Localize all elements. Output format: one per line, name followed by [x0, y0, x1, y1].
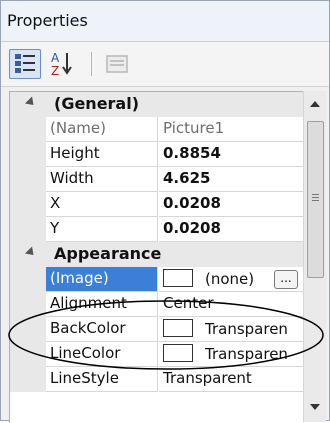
- toolbar-separator: [91, 52, 92, 76]
- color-swatch: [163, 269, 193, 287]
- property-value-text: (none): [205, 270, 255, 288]
- collapse-triangle-icon[interactable]: [24, 246, 38, 259]
- category-general[interactable]: (General): [10, 92, 304, 117]
- property-row-image[interactable]: (Image) (none) ...: [10, 267, 304, 292]
- property-name: (Name): [46, 117, 158, 142]
- scrollbar-thumb[interactable]: [307, 121, 324, 278]
- property-grid: (General) (Name) Picture1 Height 0.8854 …: [9, 91, 304, 423]
- properties-panel: Properties A Z (General) (Name) Picture1…: [0, 0, 330, 423]
- sort-az-icon: A Z: [51, 51, 72, 78]
- grip-icon: [312, 194, 319, 195]
- highlight-ellipse: [8, 300, 324, 370]
- property-pages-button[interactable]: [101, 49, 133, 79]
- property-name: (Image): [46, 267, 158, 292]
- panel-title: Properties: [7, 11, 88, 30]
- property-name: Height: [46, 142, 158, 167]
- property-row-width[interactable]: Width 4.625: [10, 167, 304, 192]
- property-value[interactable]: (none) ...: [159, 267, 304, 292]
- scroll-up-arrow-icon[interactable]: [310, 101, 320, 107]
- property-value[interactable]: 0.8854: [159, 142, 304, 167]
- alphabetical-sort-button[interactable]: A Z: [47, 49, 79, 79]
- browse-button[interactable]: ...: [274, 270, 298, 289]
- category-label: (General): [54, 94, 140, 113]
- categorized-view-button[interactable]: [9, 49, 41, 79]
- panel-titlebar: Properties: [1, 1, 329, 42]
- property-value[interactable]: Picture1: [159, 117, 304, 142]
- property-row-x[interactable]: X 0.0208: [10, 192, 304, 217]
- category-label: Appearance: [54, 244, 162, 263]
- property-value[interactable]: 0.0208: [159, 192, 304, 217]
- property-pages-icon: [106, 55, 128, 73]
- property-name: Width: [46, 167, 158, 192]
- category-appearance[interactable]: Appearance: [10, 242, 304, 267]
- scroll-down-arrow-icon[interactable]: [310, 404, 320, 410]
- property-value[interactable]: 0.0208: [159, 217, 304, 242]
- property-row-y[interactable]: Y 0.0208: [10, 217, 304, 242]
- properties-toolbar: A Z: [1, 42, 329, 87]
- property-row-height[interactable]: Height 0.8854: [10, 142, 304, 167]
- property-row-name[interactable]: (Name) Picture1: [10, 117, 304, 142]
- property-value[interactable]: 4.625: [159, 167, 304, 192]
- svg-text:A: A: [51, 51, 60, 65]
- svg-text:Z: Z: [51, 64, 59, 78]
- categorized-view-icon: [15, 54, 35, 73]
- collapse-triangle-icon[interactable]: [24, 96, 38, 109]
- vertical-scrollbar[interactable]: [303, 91, 326, 422]
- property-name: Y: [46, 217, 158, 242]
- property-name: X: [46, 192, 158, 217]
